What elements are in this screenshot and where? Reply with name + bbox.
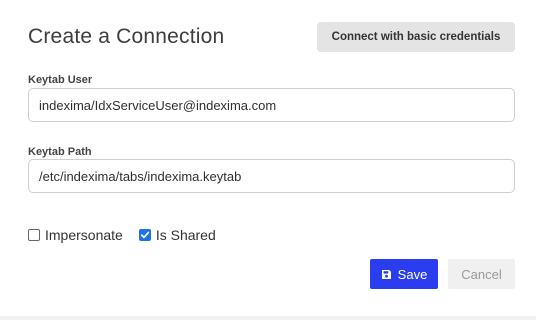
cancel-button[interactable]: Cancel [448,259,515,289]
keytab-path-input[interactable] [28,159,515,193]
impersonate-checkbox[interactable] [28,229,40,241]
dialog-title: Create a Connection [28,25,225,48]
keytab-user-input[interactable] [28,88,515,122]
is-shared-checkbox[interactable] [138,229,151,241]
floppy-disk-icon [381,269,392,280]
connect-basic-credentials-button[interactable]: Connect with basic credentials [317,22,515,52]
save-label: Save [397,266,428,282]
create-connection-dialog: Create a Connection Connect with basic c… [0,0,536,316]
checkmark-icon [140,231,150,239]
options-row: Impersonate Is Shared [28,226,216,244]
is-shared-label[interactable]: Is Shared [156,226,216,244]
keytab-user-label: Keytab User [28,74,93,86]
keytab-path-label: Keytab Path [28,146,92,158]
impersonate-label[interactable]: Impersonate [45,226,123,244]
save-button[interactable]: Save [370,259,438,289]
